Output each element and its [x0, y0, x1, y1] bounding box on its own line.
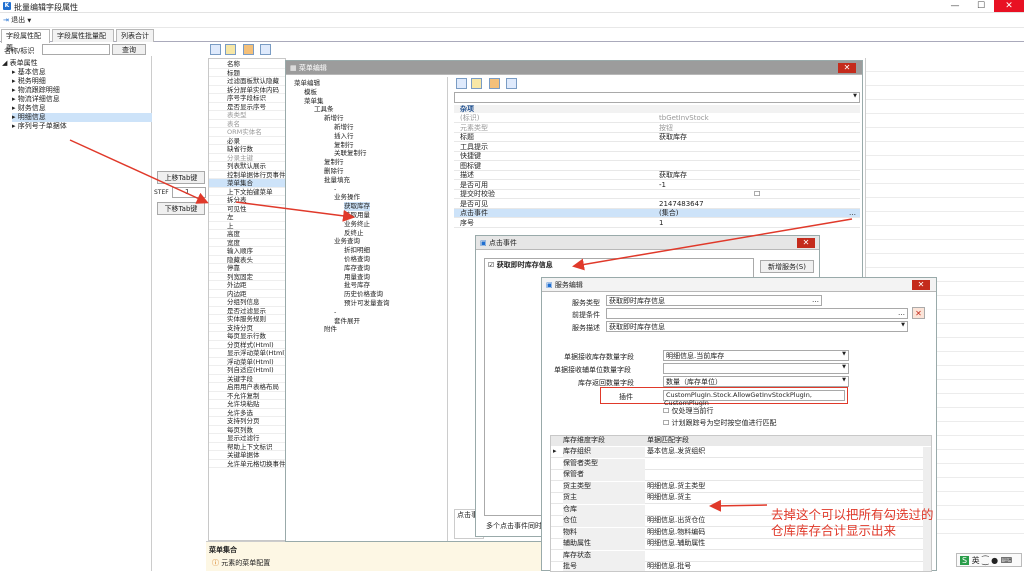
arrow-to-get-stock — [235, 201, 355, 222]
arrow-to-click-event — [572, 218, 853, 271]
arrow-to-menu-collection — [69, 139, 209, 204]
ime-icon: S — [960, 556, 970, 565]
ime-indicator[interactable]: S 英 ⁐ ● ⌨ — [956, 553, 1022, 567]
annotation-arrows — [69, 139, 853, 512]
arrow-to-grid — [709, 499, 768, 512]
annotation-note: 去掉这个可以把所有勾选过的仓库库存合计显示出来 — [771, 507, 934, 538]
